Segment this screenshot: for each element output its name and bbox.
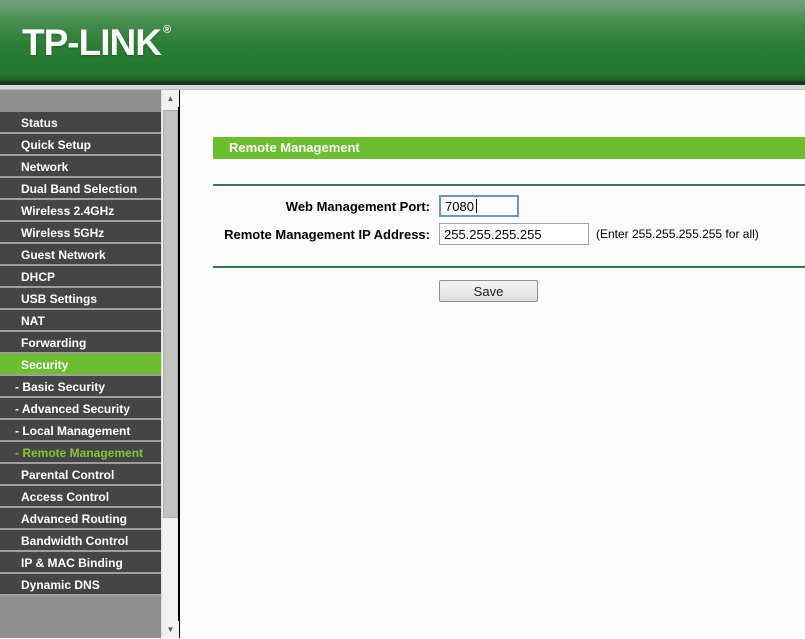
ip-hint-text: (Enter 255.255.255.255 for all) <box>596 227 759 241</box>
web-management-port-wrap <box>439 195 519 217</box>
web-management-port-input[interactable] <box>439 195 519 217</box>
sidebar-scrollbar[interactable]: ▲ ▼ <box>161 90 179 638</box>
main-layout: Status Quick Setup Network Dual Band Sel… <box>0 90 805 638</box>
tplink-logo: TP-LINK ® <box>22 22 171 64</box>
sidebar-item-advanced-routing[interactable]: Advanced Routing <box>0 508 161 530</box>
section-rule-top <box>213 184 805 186</box>
sidebar-item-dynamic-dns[interactable]: Dynamic DNS <box>0 574 161 596</box>
scrollbar-thumb[interactable] <box>163 110 178 518</box>
scroll-up-arrow-icon[interactable]: ▲ <box>162 90 179 107</box>
logo-text: TP-LINK <box>22 22 162 63</box>
web-management-port-row: Web Management Port: <box>180 195 805 217</box>
sidebar-item-guest-network[interactable]: Guest Network <box>0 244 161 266</box>
sidebar-item-basic-security[interactable]: - Basic Security <box>0 376 161 398</box>
remote-management-ip-row: Remote Management IP Address: (Enter 255… <box>180 223 805 245</box>
page-title: Remote Management <box>213 137 805 159</box>
sidebar-menu: Status Quick Setup Network Dual Band Sel… <box>0 90 161 638</box>
sidebar-item-dual-band-selection[interactable]: Dual Band Selection <box>0 178 161 200</box>
sidebar-item-wireless-5ghz[interactable]: Wireless 5GHz <box>0 222 161 244</box>
sidebar-item-access-control[interactable]: Access Control <box>0 486 161 508</box>
remote-management-ip-label: Remote Management IP Address: <box>224 226 430 242</box>
sidebar-item-status[interactable]: Status <box>0 112 161 134</box>
remote-management-ip-wrap <box>439 223 589 245</box>
header-banner: TP-LINK ® <box>0 0 805 85</box>
menu-list: Status Quick Setup Network Dual Band Sel… <box>0 112 161 596</box>
section-rule-bottom <box>213 266 805 268</box>
registered-mark: ® <box>162 24 172 36</box>
content-pane: Remote Management Web Management Port: R… <box>180 90 805 638</box>
sidebar-item-network[interactable]: Network <box>0 156 161 178</box>
save-button-row: Save <box>180 280 805 302</box>
sidebar-item-usb-settings[interactable]: USB Settings <box>0 288 161 310</box>
sidebar-item-advanced-security[interactable]: - Advanced Security <box>0 398 161 420</box>
sidebar-item-local-management[interactable]: - Local Management <box>0 420 161 442</box>
sidebar-item-dhcp[interactable]: DHCP <box>0 266 161 288</box>
remote-management-ip-input[interactable] <box>439 223 589 245</box>
sidebar-item-security[interactable]: Security <box>0 354 161 376</box>
sidebar-item-remote-management[interactable]: - Remote Management <box>0 442 161 464</box>
sidebar-item-quick-setup[interactable]: Quick Setup <box>0 134 161 156</box>
sidebar-item-bandwidth-control[interactable]: Bandwidth Control <box>0 530 161 552</box>
sidebar-item-nat[interactable]: NAT <box>0 310 161 332</box>
web-management-port-label: Web Management Port: <box>285 198 430 214</box>
sidebar-item-parental-control[interactable]: Parental Control <box>0 464 161 486</box>
sidebar-item-ip-mac-binding[interactable]: IP & MAC Binding <box>0 552 161 574</box>
save-button[interactable]: Save <box>439 280 538 302</box>
sidebar-item-wireless-24ghz[interactable]: Wireless 2.4GHz <box>0 200 161 222</box>
scroll-down-arrow-icon[interactable]: ▼ <box>162 621 179 638</box>
text-caret <box>476 199 477 213</box>
sidebar-item-forwarding[interactable]: Forwarding <box>0 332 161 354</box>
remote-management-form: Web Management Port: Remote Management I… <box>180 195 805 245</box>
